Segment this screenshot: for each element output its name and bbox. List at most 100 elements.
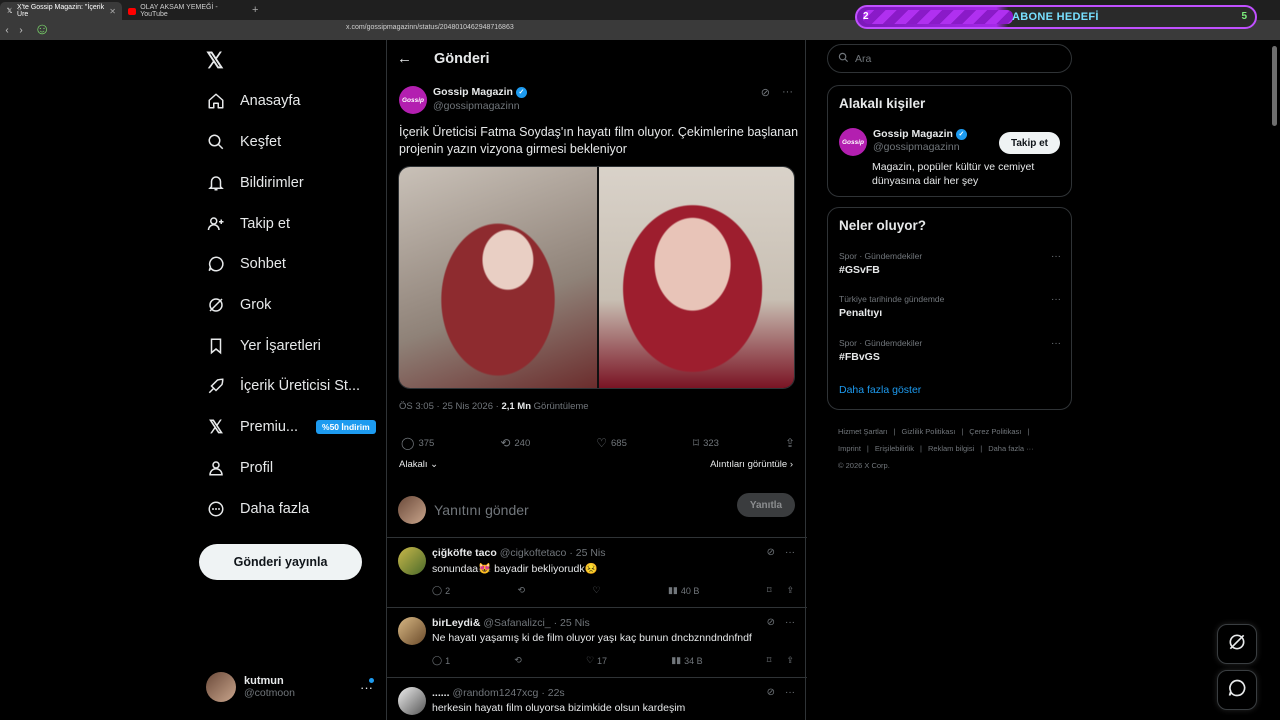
bookmark-button[interactable]: ⌑ 323 [693, 436, 719, 450]
search-input[interactable]: Ara [827, 44, 1072, 73]
follow-button[interactable]: Takip et [999, 132, 1060, 154]
related-person-name[interactable]: Gossip Magazin [873, 128, 953, 140]
nav-profile[interactable]: Profil [206, 453, 273, 483]
share-icon[interactable]: ⇪ [786, 585, 794, 596]
show-more-link[interactable]: Daha fazla göster [839, 384, 921, 396]
url-field[interactable]: x.com/gossipmagazinn/status/204801046294… [346, 24, 514, 31]
trend-item[interactable]: Spor · Gündemdekiler #FBvGS ··· [839, 338, 1061, 363]
nav-more[interactable]: Daha fazla [206, 494, 309, 524]
post-media[interactable] [398, 166, 795, 389]
reply-author-name[interactable]: çiğköfte taco [432, 547, 497, 559]
grok-icon[interactable]: ⊘ [761, 86, 770, 99]
grok-icon[interactable]: ⊘ [767, 547, 775, 558]
footer-link[interactable]: Daha fazla ··· [988, 444, 1033, 453]
reply-button[interactable]: ◯ 375 [401, 436, 434, 450]
footer-link[interactable]: Reklam bilgisi [928, 444, 974, 453]
repost-button[interactable]: ⟲ [518, 585, 526, 596]
share-icon[interactable]: ⇪ [786, 655, 794, 666]
reply-input[interactable]: Yanıtını gönder [434, 502, 529, 518]
reply-button[interactable]: ◯ 1 [432, 655, 450, 666]
reply-author-handle[interactable]: @cigkoftetaco [500, 547, 567, 559]
nav-chat[interactable]: Sohbet [206, 249, 286, 279]
avatar[interactable]: Gossip [839, 128, 867, 156]
post-button[interactable]: Gönderi yayınla [199, 544, 362, 580]
rocket-icon [206, 376, 226, 396]
avatar[interactable] [398, 547, 426, 575]
browser-tab[interactable]: OLAY AKSAM YEMEĞİ - YouTube [122, 2, 244, 20]
related-person[interactable]: Gossip Gossip Magazin ✓ @gossipmagazinn [839, 128, 967, 156]
account-switcher[interactable]: kutmun @cotmoon [206, 672, 295, 702]
grok-icon[interactable]: ⊘ [767, 687, 775, 698]
browser-tab-active[interactable]: 𝕏 X'te Gossip Magazin: "İçerik Üre ✕ [0, 2, 122, 20]
author-name[interactable]: Gossip Magazin [433, 86, 513, 98]
close-icon[interactable]: ✕ [109, 7, 116, 16]
back-arrow-icon[interactable]: ← [397, 50, 412, 67]
repost-button[interactable]: ⟲ [514, 655, 522, 666]
like-button[interactable]: ♡ 685 [596, 436, 627, 450]
more-icon[interactable]: ··· [1051, 294, 1061, 305]
grok-fab-button[interactable] [1217, 624, 1257, 664]
repost-button[interactable]: ⟲ 240 [500, 436, 530, 450]
views-button[interactable]: ▮▮ 34 B [671, 655, 702, 666]
share-button[interactable]: ⇪ [785, 436, 795, 450]
more-icon[interactable]: ··· [785, 687, 795, 698]
nav-premium[interactable]: 𝕏 Premiu... %50 İndirim [206, 412, 376, 442]
more-icon[interactable]: ··· [785, 617, 795, 628]
media-image-right[interactable] [596, 167, 794, 388]
more-icon[interactable]: ··· [1051, 251, 1061, 262]
forward-icon[interactable]: › [14, 25, 28, 36]
avatar[interactable] [398, 687, 426, 715]
footer-link[interactable]: Hizmet Şartları [838, 427, 888, 436]
scrollbar[interactable] [1272, 46, 1277, 126]
sort-dropdown[interactable]: Alakalı ⌄ [399, 459, 438, 470]
search-icon [838, 50, 849, 68]
more-icon[interactable]: ··· [1051, 338, 1061, 349]
reply-author-handle[interactable]: @random1247xcg [452, 687, 538, 699]
footer-link[interactable]: Gizlilik Politikası [902, 427, 956, 436]
nav-grok[interactable]: Grok [206, 290, 271, 320]
post-timestamp[interactable]: ÖS 3:05 · 25 Nis 2026 · [399, 401, 501, 412]
view-quotes-link[interactable]: Alıntıları görüntüle › [710, 459, 793, 470]
like-button[interactable]: ♡ 17 [586, 655, 607, 666]
reply-item[interactable]: çiğköfte taco @cigkoftetaco · 25 Nis son… [387, 538, 807, 608]
add-person-icon [206, 214, 226, 234]
avatar[interactable] [398, 617, 426, 645]
trend-item[interactable]: Türkiye tarihinde gündemde Penaltıyı ··· [839, 294, 1061, 319]
back-icon[interactable]: ‹ [0, 25, 14, 36]
reply-submit-button[interactable]: Yanıtla [737, 493, 795, 517]
new-tab-button[interactable]: + [252, 4, 258, 16]
nav-bookmarks[interactable]: Yer İşaretleri [206, 331, 321, 361]
more-icon[interactable]: ··· [782, 86, 793, 99]
trend-item[interactable]: Spor · Gündemdekiler #GSvFB ··· [839, 251, 1061, 276]
reply-author-handle[interactable]: @Safanalizci_ [483, 617, 550, 629]
tab-label: X'te Gossip Magazin: "İçerik Üre [17, 4, 105, 18]
like-button[interactable]: ♡ [592, 585, 600, 596]
extension-robot-icon[interactable]: ☺ [34, 21, 50, 39]
reply-item[interactable]: ...... @random1247xcg · 22s herkesin hay… [387, 678, 807, 720]
nav-explore[interactable]: Keşfet [206, 127, 281, 157]
x-logo-icon[interactable]: 𝕏 [206, 48, 224, 74]
views-button[interactable]: ▮▮ 40 B [668, 585, 699, 596]
avatar[interactable]: Gossip [399, 86, 427, 114]
bookmark-button[interactable]: ⌑ ⇪ [767, 655, 794, 666]
grok-icon[interactable]: ⊘ [767, 617, 775, 628]
reply-button[interactable]: ◯ 2 [432, 585, 450, 596]
post-author[interactable]: Gossip Gossip Magazin ✓ @gossipmagazinn [399, 86, 527, 114]
media-image-left[interactable] [399, 167, 597, 388]
nav-creator-studio[interactable]: İçerik Üreticisi St... [206, 371, 360, 401]
footer-link[interactable]: Imprint [838, 444, 861, 453]
page-title: Gönderi [434, 50, 490, 67]
nav-follow[interactable]: Takip et [206, 209, 290, 239]
footer-link[interactable]: Çerez Politikası [969, 427, 1021, 436]
more-icon[interactable]: ··· [785, 547, 795, 558]
messages-fab-button[interactable] [1217, 670, 1257, 710]
nav-notifications[interactable]: Bildirimler [206, 168, 304, 198]
bookmark-button[interactable]: ⌑ ⇪ [767, 585, 794, 596]
footer-link[interactable]: Erişilebilirlik [875, 444, 914, 453]
related-person-handle[interactable]: @gossipmagazinn [873, 141, 967, 153]
reply-item[interactable]: birLeydi& @Safanalizci_ · 25 Nis Ne haya… [387, 608, 807, 678]
author-handle[interactable]: @gossipmagazinn [433, 100, 527, 112]
nav-home[interactable]: Anasayfa [206, 86, 300, 116]
reply-author-name[interactable]: birLeydi& [432, 617, 480, 629]
reply-author-name[interactable]: ...... [432, 687, 450, 699]
